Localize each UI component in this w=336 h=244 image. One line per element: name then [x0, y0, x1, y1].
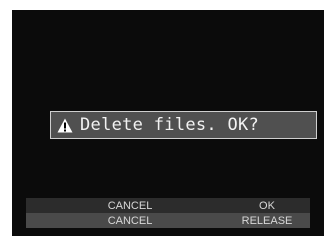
delete-confirm-dialog: Delete files. OK? [50, 111, 317, 139]
release-softkey[interactable]: RELEASE [232, 215, 302, 227]
warning-icon [56, 117, 74, 133]
softkey-bar-bottom: CANCEL RELEASE [26, 213, 310, 228]
ok-softkey[interactable]: OK [232, 200, 302, 212]
softkey-bar-top: CANCEL OK [26, 198, 310, 213]
dialog-message: Delete files. OK? [80, 115, 260, 135]
cancel-softkey-secondary[interactable]: CANCEL [80, 215, 180, 227]
cancel-softkey[interactable]: CANCEL [80, 200, 180, 212]
